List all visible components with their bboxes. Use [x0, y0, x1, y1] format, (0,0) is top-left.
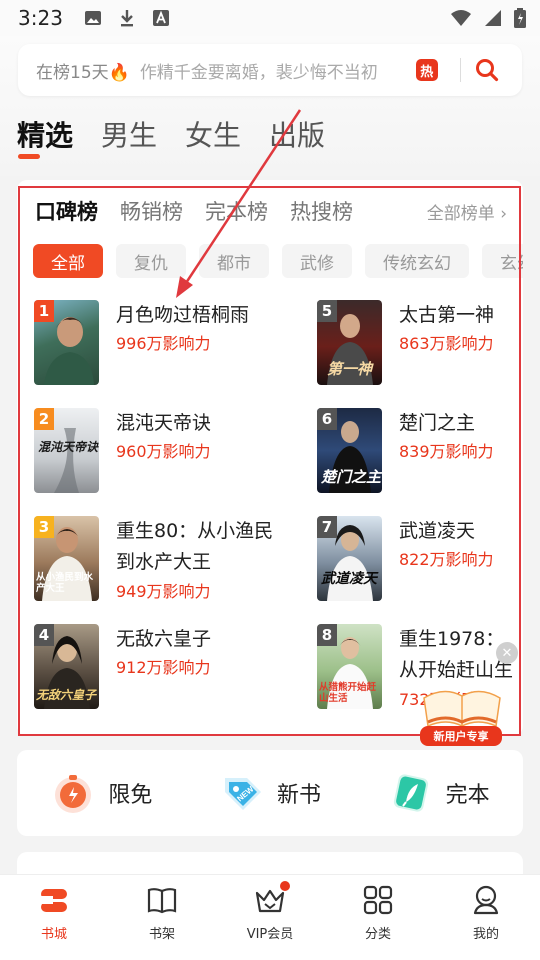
quick-links: 限免 NEW 新书 完本 — [17, 750, 523, 836]
nav-mine[interactable]: 我的 — [432, 875, 540, 960]
quick-link-completed[interactable]: 完本 — [354, 770, 523, 816]
nav-vip[interactable]: VIP会员 — [216, 875, 324, 960]
bottom-nav: 书城 书架 VIP会员 分类 我的 — [0, 874, 540, 960]
promo-label: 新用户专享 — [420, 726, 502, 746]
quick-link-label: 限免 — [108, 783, 153, 808]
bookshelf-icon — [145, 883, 179, 917]
quick-link-new-books[interactable]: NEW 新书 — [186, 770, 355, 816]
quick-link-label: 完本 — [445, 783, 490, 808]
quick-link-label: 新书 — [277, 783, 322, 808]
bookstore-icon — [37, 883, 71, 917]
nav-bookshelf[interactable]: 书架 — [108, 875, 216, 960]
nav-label: 书城 — [40, 927, 67, 942]
feather-icon — [388, 770, 434, 816]
nav-category[interactable]: 分类 — [324, 875, 432, 960]
nav-label: 分类 — [364, 927, 391, 942]
clock-icon — [50, 770, 96, 816]
notification-dot — [280, 881, 290, 891]
quick-link-free[interactable]: 限免 — [17, 770, 186, 816]
nav-label: 书架 — [148, 927, 175, 942]
close-icon[interactable]: ✕ — [496, 642, 518, 664]
nav-label: 我的 — [472, 927, 499, 942]
new-user-promo-badge[interactable]: 新用户专享 — [418, 678, 504, 748]
user-icon — [469, 883, 503, 917]
nav-label: VIP会员 — [246, 927, 294, 942]
grid-icon — [361, 883, 395, 917]
nav-bookstore[interactable]: 书城 — [0, 875, 108, 960]
new-tag-icon: NEW — [219, 770, 265, 816]
